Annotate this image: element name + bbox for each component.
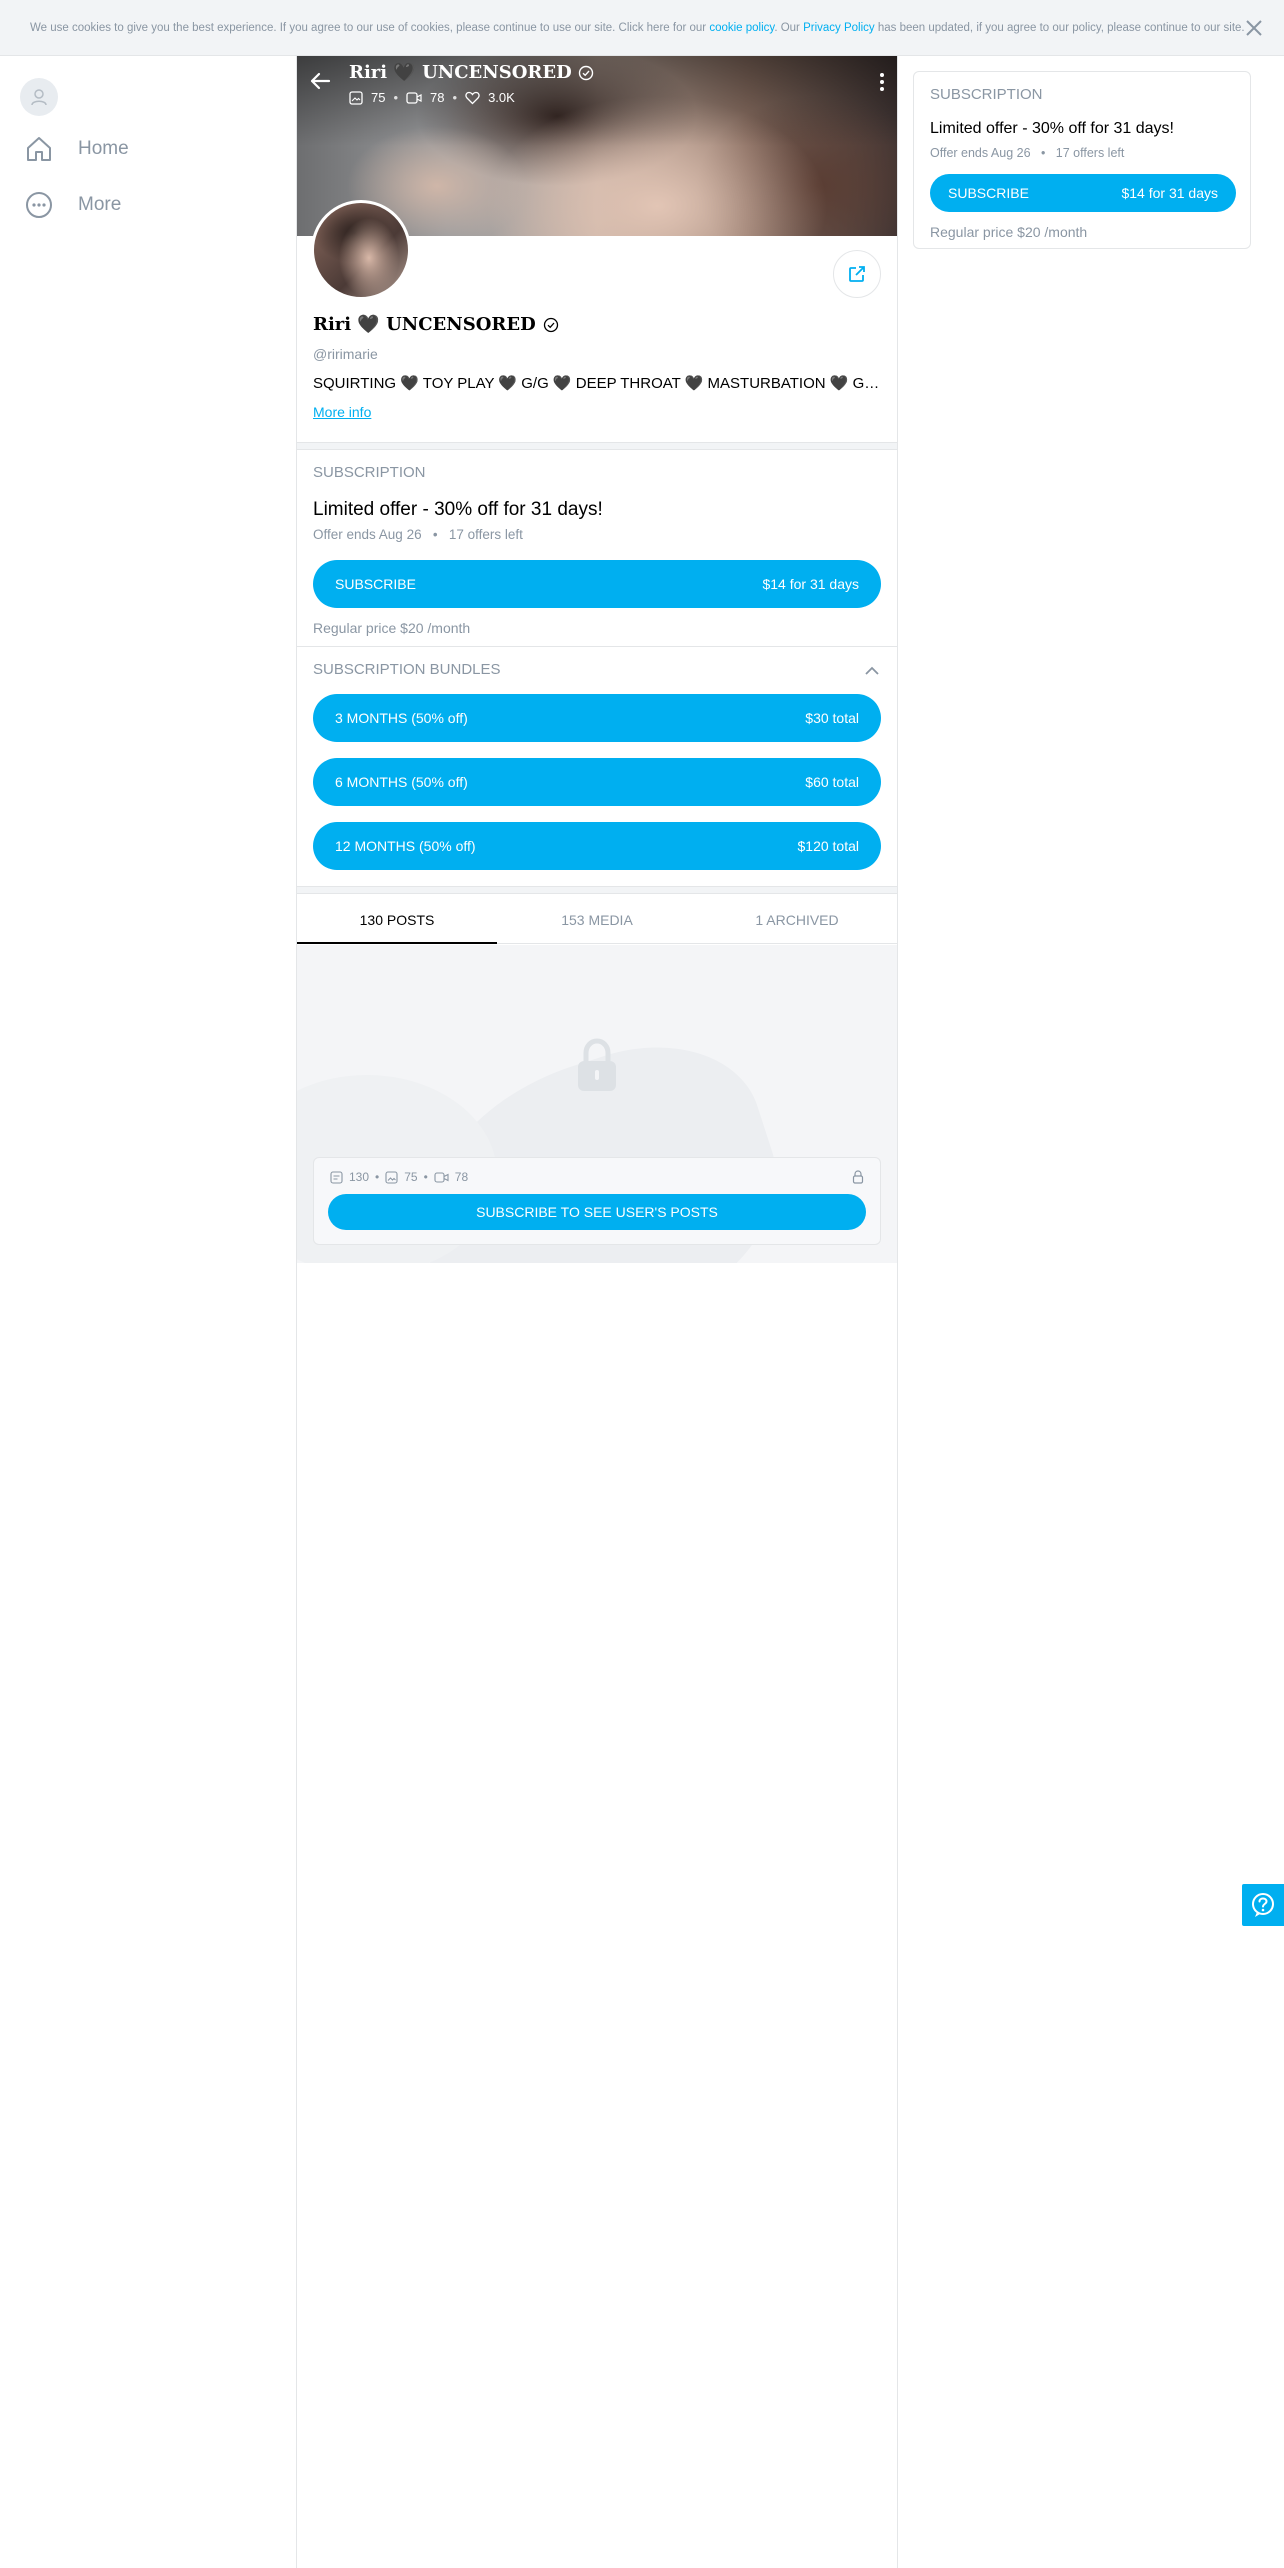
section-divider (297, 442, 897, 450)
photos-count: 75 (371, 90, 386, 105)
locked-posts-card: 130 • 75 • 78 SUBSCRIBE TO SEE USER'S PO… (313, 1157, 881, 1245)
tab-media[interactable]: 153 MEDIA (497, 896, 697, 943)
profile-name-text: Riri 🖤 UNCENSORED (313, 314, 536, 335)
cookie-text-middle: . Our (774, 21, 804, 34)
heart-icon (465, 91, 480, 104)
help-icon (1252, 1893, 1274, 1917)
cover-title-text: Riri 🖤 UNCENSORED (349, 62, 572, 83)
sidebar-item-label: More (78, 194, 122, 215)
separator-dot: • (393, 90, 399, 105)
offer-ends: Offer ends Aug 26 (313, 527, 422, 542)
separator-dot: • (452, 90, 458, 105)
bundle-price: $60 total (805, 774, 859, 790)
back-arrow-icon[interactable] (309, 70, 331, 92)
section-divider (297, 886, 897, 894)
cookie-banner: We use cookies to give you the best expe… (0, 0, 1284, 56)
profile-bio: SQUIRTING 🖤 TOY PLAY 🖤 G/G 🖤 DEEP THROAT… (313, 375, 883, 392)
offer-title: Limited offer - 30% off for 31 days! (313, 499, 603, 520)
bundle-button-12-months[interactable]: 12 MONTHS (50% off) $120 total (313, 822, 881, 870)
post-icon (330, 1170, 343, 1184)
profile-column: Riri 🖤 UNCENSORED 75 • 78 • 3.0K Riri 🖤 … (296, 56, 898, 2568)
sidebar-item-more[interactable]: More (24, 190, 121, 220)
tab-posts[interactable]: 130 POSTS (297, 896, 497, 944)
offer-title: Limited offer - 30% off for 31 days! (930, 120, 1174, 137)
subscription-label: SUBSCRIPTION (313, 464, 426, 481)
regular-price: Regular price $20 /month (930, 224, 1088, 240)
subscribe-price: $14 for 31 days (762, 576, 859, 592)
bundle-label: 3 MONTHS (50% off) (335, 710, 468, 726)
subscribe-button[interactable]: SUBSCRIBE $14 for 31 days (930, 174, 1236, 212)
bundle-button-6-months[interactable]: 6 MONTHS (50% off) $60 total (313, 758, 881, 806)
cover-stats: 75 • 78 • 3.0K (349, 90, 515, 105)
profile-name: Riri 🖤 UNCENSORED (313, 314, 559, 335)
more-circle-icon (26, 192, 52, 218)
image-icon (385, 1170, 398, 1184)
verified-icon (543, 317, 558, 332)
privacy-policy-link[interactable]: Privacy Policy (803, 22, 875, 34)
locked-posts-area: 130 • 75 • 78 SUBSCRIBE TO SEE USER'S PO… (297, 945, 897, 1263)
offers-left: 17 offers left (448, 527, 523, 542)
bundle-price: $30 total (805, 710, 859, 726)
sidebar-subscription-card: SUBSCRIPTION Limited offer - 30% off for… (913, 71, 1251, 249)
image-icon (349, 90, 363, 105)
subscribe-button[interactable]: SUBSCRIBE $14 for 31 days (313, 560, 881, 608)
more-vertical-icon[interactable] (879, 72, 885, 92)
tab-archived[interactable]: 1 ARCHIVED (697, 896, 897, 943)
videos-count: 78 (430, 90, 445, 105)
profile-avatar[interactable] (311, 200, 411, 300)
separator-dot: • (423, 1170, 428, 1184)
cookie-policy-link[interactable]: cookie policy (709, 22, 774, 34)
locked-videos-count: 78 (454, 1170, 469, 1184)
offers-left: 17 offers left (1055, 146, 1125, 160)
chevron-up-icon[interactable] (863, 662, 881, 680)
locked-stats: 130 • 75 • 78 (330, 1170, 468, 1184)
more-info-link[interactable]: More info (313, 404, 371, 420)
offer-meta: Offer ends Aug 26 • 17 offers left (930, 146, 1124, 160)
sidebar-item-label: Home (78, 138, 129, 159)
offer-meta: Offer ends Aug 26 • 17 offers left (313, 527, 523, 542)
separator-dot: • (1034, 146, 1053, 160)
likes-count: 3.0K (488, 90, 515, 105)
cover-title: Riri 🖤 UNCENSORED (349, 62, 594, 83)
cookie-text-after: has been updated, if you agree to our po… (874, 21, 1245, 34)
subscribe-to-see-posts-button[interactable]: SUBSCRIBE TO SEE USER'S POSTS (328, 1194, 866, 1230)
close-icon[interactable] (1242, 16, 1266, 40)
video-icon (406, 91, 422, 104)
bundles-label: SUBSCRIPTION BUNDLES (313, 661, 501, 678)
user-avatar[interactable] (20, 78, 58, 116)
lock-icon (578, 1038, 616, 1091)
bundle-price: $120 total (797, 838, 860, 854)
subscribe-price: $14 for 31 days (1121, 185, 1218, 201)
locked-posts-count: 130 (349, 1170, 370, 1184)
bundle-button-3-months[interactable]: 3 MONTHS (50% off) $30 total (313, 694, 881, 742)
separator-dot: • (425, 527, 446, 542)
separator-dot: • (375, 1170, 380, 1184)
subscribe-label: SUBSCRIBE (335, 576, 416, 592)
bundle-label: 6 MONTHS (50% off) (335, 774, 468, 790)
share-button[interactable] (833, 250, 881, 298)
help-button[interactable] (1242, 1884, 1284, 1926)
subscribe-label: SUBSCRIBE (948, 185, 1029, 201)
profile-tabs: 130 POSTS 153 MEDIA 1 ARCHIVED (297, 896, 897, 944)
user-icon (31, 89, 47, 106)
share-icon (849, 266, 865, 282)
subscription-label: SUBSCRIPTION (930, 86, 1043, 103)
regular-price: Regular price $20 /month (313, 620, 471, 636)
sidebar-item-home[interactable]: Home (24, 134, 129, 164)
offer-ends: Offer ends Aug 26 (930, 146, 1031, 160)
lock-icon (852, 1170, 864, 1184)
profile-handle: @ririmarie (313, 346, 378, 362)
locked-photos-count: 75 (404, 1170, 418, 1184)
home-icon (27, 137, 51, 161)
cookie-text-before: We use cookies to give you the best expe… (30, 21, 710, 34)
bundle-label: 12 MONTHS (50% off) (335, 838, 476, 854)
verified-icon (578, 65, 593, 80)
video-icon (434, 1171, 449, 1183)
section-divider (297, 646, 897, 647)
cookie-text: We use cookies to give you the best expe… (30, 22, 1245, 34)
